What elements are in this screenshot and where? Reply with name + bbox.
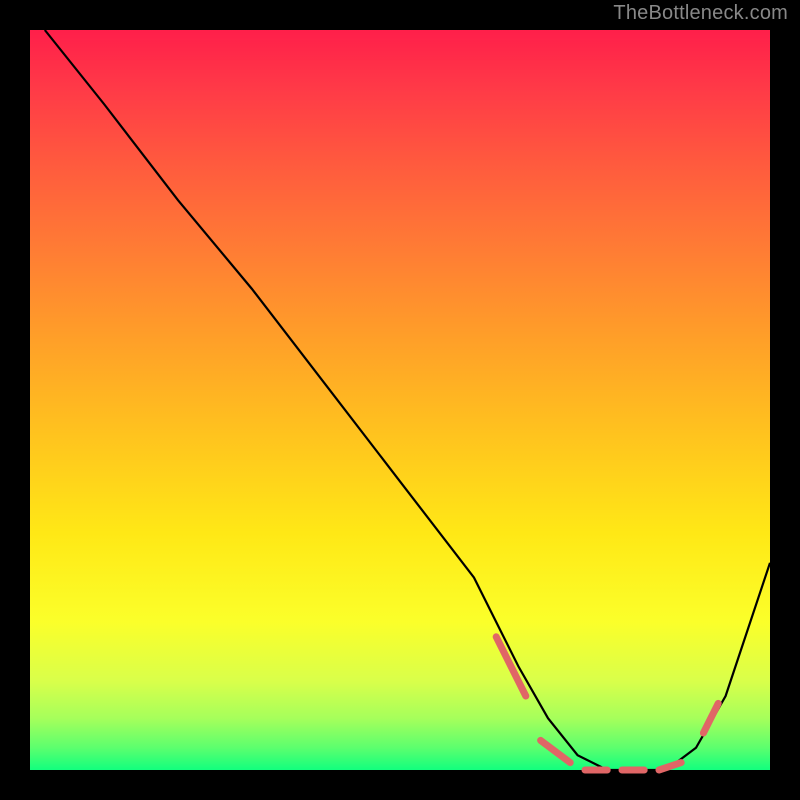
attribution-text: TheBottleneck.com: [613, 2, 788, 25]
highlight-dashes: [496, 637, 718, 770]
chart-frame: TheBottleneck.com: [0, 0, 800, 800]
curve-overlay: [30, 30, 770, 770]
highlight-dash: [659, 763, 681, 770]
highlight-dash: [703, 703, 718, 733]
highlight-dash: [496, 637, 526, 696]
bottleneck-curve: [45, 30, 770, 770]
highlight-dash: [541, 740, 571, 762]
